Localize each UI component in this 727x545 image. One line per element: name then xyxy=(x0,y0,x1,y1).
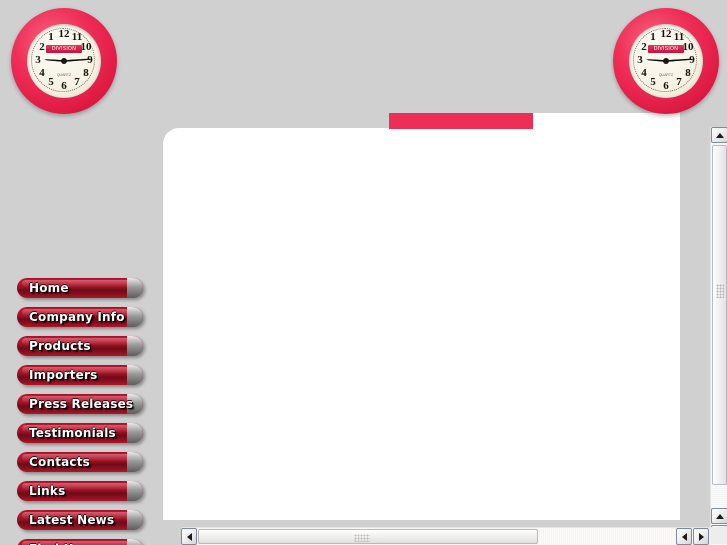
sidebar-item-label: Company Info xyxy=(29,310,125,324)
clock-face-right: 12 1 2 3 4 5 6 7 8 9 10 11 DIVISION QUAR… xyxy=(629,24,703,98)
clock-brand-logo-right: DIVISION xyxy=(648,45,684,53)
clock-numeral-5: 5 xyxy=(650,76,656,88)
clock-numeral-3: 3 xyxy=(35,54,41,66)
vertical-scrollbar-track[interactable] xyxy=(711,144,727,507)
scrollbar-corner xyxy=(710,527,727,544)
horizontal-scrollbar-thumb[interactable] xyxy=(198,529,538,544)
clock-numeral-12: 12 xyxy=(58,28,70,40)
clock-face-left: 12 1 2 3 4 5 6 7 8 9 10 11 DIVISION QUAR… xyxy=(27,24,101,98)
clock-numeral-8: 8 xyxy=(83,67,89,79)
scroll-up-arrow-icon[interactable] xyxy=(711,127,727,143)
clock-logo-left: 12 1 2 3 4 5 6 7 8 9 10 11 DIVISION QUAR… xyxy=(11,8,117,114)
sidebar-item-label: Latest News xyxy=(29,513,115,527)
clock-numeral-11: 11 xyxy=(673,31,685,43)
sidebar-item-label: Testimonials xyxy=(29,426,116,440)
sidebar-item-label: Find Us xyxy=(29,541,81,545)
sidebar-item-contacts[interactable]: Contacts xyxy=(17,452,143,472)
clock-numeral-5: 5 xyxy=(48,76,54,88)
triangle-up-icon xyxy=(715,513,724,519)
triangle-up-icon xyxy=(715,132,724,138)
clock-numeral-6: 6 xyxy=(61,80,67,92)
clock-numeral-12: 12 xyxy=(660,28,672,40)
clock-brand-logo-left: DIVISION xyxy=(46,45,82,53)
sidebar-item-importers[interactable]: Importers xyxy=(17,365,143,385)
horizontal-scrollbar[interactable] xyxy=(181,527,710,545)
sidebar-item-testimonials[interactable]: Testimonials xyxy=(17,423,143,443)
sidebar-item-links[interactable]: Links xyxy=(17,481,143,501)
clock-center-cap-left xyxy=(61,58,67,64)
clock-numeral-9: 9 xyxy=(87,54,93,66)
header-accent-bar xyxy=(389,113,533,129)
clock-sub-text-left: QUARTZ xyxy=(56,73,72,77)
sidebar-item-home[interactable]: Home xyxy=(17,278,143,298)
sidebar-item-products[interactable]: Products xyxy=(17,336,143,356)
clock-numeral-9: 9 xyxy=(689,54,695,66)
clock-numeral-11: 11 xyxy=(71,31,83,43)
vertical-scrollbar-thumb[interactable] xyxy=(712,145,727,485)
header-white-strip xyxy=(533,113,680,133)
sidebar-item-label: Importers xyxy=(29,368,98,382)
clock-numeral-8: 8 xyxy=(685,67,691,79)
triangle-left-icon xyxy=(681,532,687,541)
sidebar-navigation: Home Company Info Products Importers Pre… xyxy=(17,278,145,545)
page-root: 12 1 2 3 4 5 6 7 8 9 10 11 DIVISION QUAR… xyxy=(0,0,727,545)
vertical-scrollbar[interactable] xyxy=(710,127,727,545)
triangle-left-icon xyxy=(186,532,192,541)
sidebar-item-label: Products xyxy=(29,339,91,353)
sidebar-item-find-us[interactable]: Find Us xyxy=(17,539,143,545)
sidebar-item-company-info[interactable]: Company Info xyxy=(17,307,143,327)
sidebar-item-latest-news[interactable]: Latest News xyxy=(17,510,143,530)
sidebar-item-label: Links xyxy=(29,484,66,498)
clock-center-cap-right xyxy=(663,58,669,64)
main-content-panel xyxy=(163,128,680,520)
horizontal-scrollbar-grip-icon xyxy=(354,534,370,542)
scroll-up-arrow-bottom-icon[interactable] xyxy=(711,508,727,524)
sidebar-item-label: Contacts xyxy=(29,455,91,469)
scroll-right-arrow-icon[interactable] xyxy=(693,528,709,545)
triangle-right-icon xyxy=(698,532,704,541)
sidebar-item-label: Press Releases xyxy=(29,397,134,411)
vertical-scrollbar-grip-icon xyxy=(716,284,724,298)
clock-sub-text-right: QUARTZ xyxy=(658,73,674,77)
clock-logo-right: 12 1 2 3 4 5 6 7 8 9 10 11 DIVISION QUAR… xyxy=(613,8,719,114)
scroll-left-arrow-icon[interactable] xyxy=(181,528,197,545)
clock-numeral-3: 3 xyxy=(637,54,643,66)
clock-numeral-6: 6 xyxy=(663,80,669,92)
sidebar-item-label: Home xyxy=(29,281,69,295)
sidebar-item-press-releases[interactable]: Press Releases xyxy=(17,394,143,414)
scroll-left-arrow-right-icon[interactable] xyxy=(676,528,692,545)
